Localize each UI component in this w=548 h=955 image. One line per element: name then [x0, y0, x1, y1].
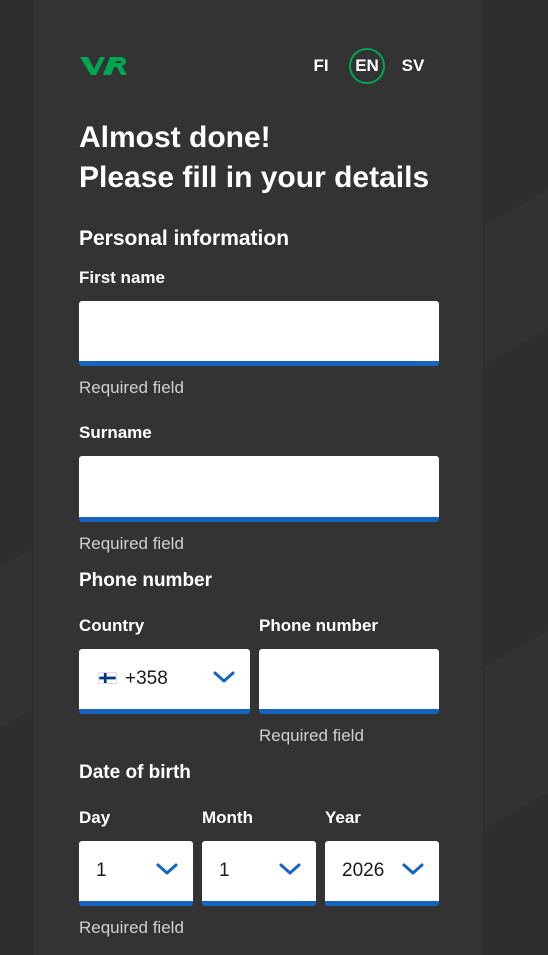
first-name-hint: Required field [79, 378, 184, 397]
surname-input[interactable] [79, 456, 439, 522]
language-sv-button[interactable]: SV [395, 48, 431, 84]
year-value: 2026 [342, 860, 385, 881]
surname-label: Surname [79, 423, 152, 442]
phone-number-hint: Required field [259, 726, 364, 745]
first-name-label: First name [79, 268, 165, 287]
country-code-select[interactable]: +358 [79, 649, 250, 714]
day-value: 1 [96, 860, 107, 881]
surname-hint: Required field [79, 534, 184, 553]
header: FI EN SV [79, 48, 439, 84]
chevron-down-icon [279, 863, 301, 875]
month-label: Month [202, 808, 253, 827]
language-en-button[interactable]: EN [349, 48, 385, 84]
personal-info-heading: Personal information [79, 227, 290, 250]
month-select[interactable]: 1 [202, 841, 316, 906]
chevron-down-icon [402, 863, 424, 875]
page-title: Almost done! Please fill in your details [79, 118, 459, 198]
vr-logo [80, 57, 127, 75]
day-label: Day [79, 808, 111, 827]
phone-number-input[interactable] [259, 649, 439, 714]
day-select[interactable]: 1 [79, 841, 193, 906]
language-fi-button[interactable]: FI [303, 48, 339, 84]
finland-flag-icon [98, 672, 117, 684]
first-name-input[interactable] [79, 301, 439, 366]
chevron-down-icon [156, 863, 178, 875]
country-label: Country [79, 616, 145, 635]
chevron-down-icon [213, 671, 235, 683]
form-panel: FI EN SV Almost done! Please fill in you… [32, 0, 484, 955]
page-title-line2: Please fill in your details [79, 161, 430, 194]
phone-number-label: Phone number [259, 616, 379, 635]
year-select[interactable]: 2026 [325, 841, 439, 906]
phone-heading: Phone number [79, 570, 213, 591]
dob-hint: Required field [79, 918, 184, 937]
country-code-value: +358 [125, 668, 168, 689]
month-value: 1 [219, 860, 230, 881]
dob-heading: Date of birth [79, 762, 191, 783]
page-title-line1: Almost done! [79, 121, 271, 154]
year-label: Year [325, 808, 361, 827]
